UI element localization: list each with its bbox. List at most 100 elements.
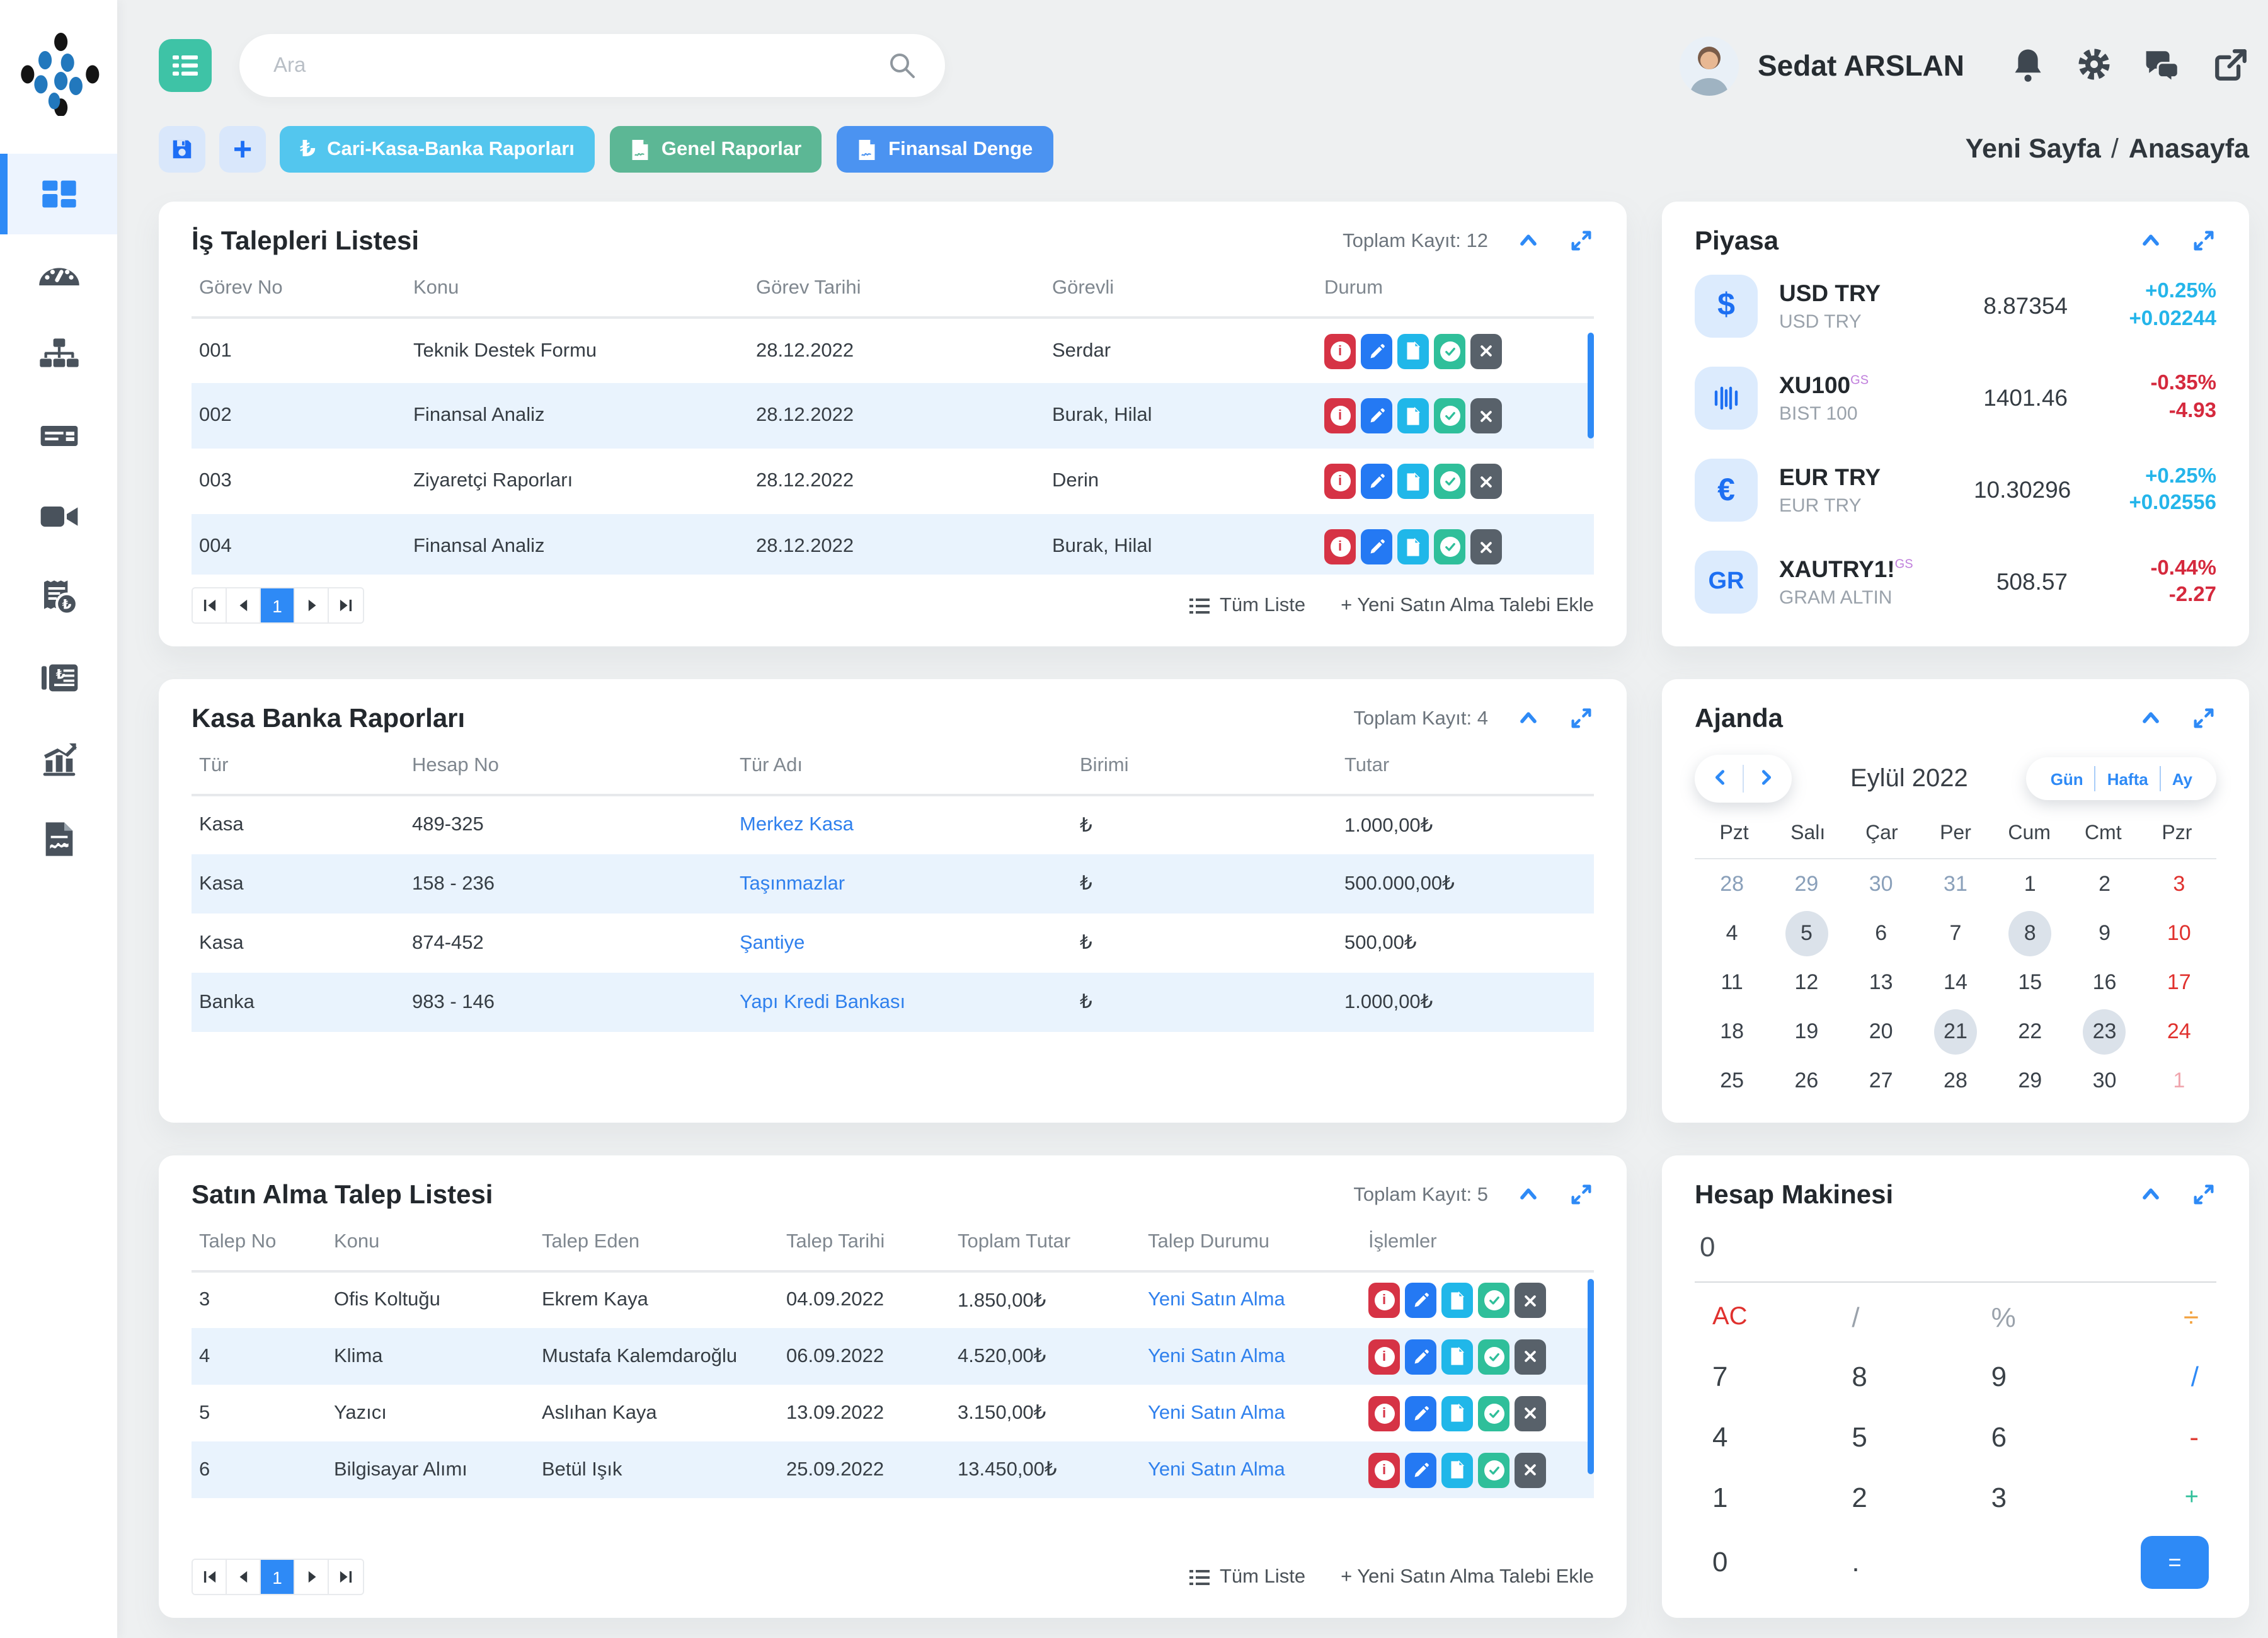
calendar-day[interactable]: 13 (1844, 959, 1918, 1005)
file-button[interactable] (1441, 1283, 1473, 1318)
calendar-day[interactable]: 29 (1993, 1058, 2067, 1103)
all-list-button[interactable]: Tüm Liste (1189, 1566, 1305, 1588)
calc-key-9[interactable]: 9 (1981, 1356, 2017, 1399)
calendar-day[interactable]: 29 (1769, 861, 1843, 907)
collapse-button[interactable] (2138, 228, 2163, 256)
calendar-day[interactable]: 14 (1918, 959, 1993, 1005)
edit-button[interactable] (1361, 464, 1392, 499)
calc-key-AC[interactable]: AC (1702, 1298, 1758, 1337)
table-row[interactable]: 4KlimaMustafa Kalemdaroğlu06.09.20224.52… (192, 1328, 1594, 1385)
collapse-button[interactable] (2138, 706, 2163, 733)
sidebar-item-reports[interactable] (0, 718, 117, 799)
info-button[interactable]: i (1324, 398, 1356, 433)
table-row[interactable]: 3Ofis KoltuğuEkrem Kaya04.09.20221.850,0… (192, 1271, 1594, 1328)
menu-button[interactable] (159, 39, 212, 92)
edit-button[interactable] (1405, 1339, 1436, 1374)
view-month-button[interactable]: Ay (2161, 769, 2204, 788)
calc-key-2[interactable]: 2 (1841, 1476, 1877, 1519)
collapse-button[interactable] (2138, 1182, 2163, 1210)
calendar-day[interactable]: 12 (1769, 959, 1843, 1005)
share-button[interactable] (2213, 47, 2249, 84)
delete-button[interactable] (1470, 333, 1502, 369)
page-number-button[interactable]: 1 (261, 588, 295, 622)
tur-adi-link[interactable]: Merkez Kasa (740, 814, 854, 835)
prev-page-button[interactable] (227, 588, 261, 622)
breadcrumb-home[interactable]: Anasayfa (2129, 134, 2249, 164)
talep-durumu-link[interactable]: Yeni Satın Alma (1148, 1402, 1285, 1423)
file-button[interactable] (1441, 1452, 1473, 1487)
delete-button[interactable] (1515, 1283, 1546, 1318)
calendar-day[interactable]: 11 (1695, 959, 1769, 1005)
calendar-day[interactable]: 17 (2142, 959, 2216, 1005)
genel-raporlar-button[interactable]: Genel Raporlar (610, 126, 822, 173)
info-button[interactable]: i (1324, 464, 1356, 499)
approve-button[interactable] (1434, 333, 1465, 369)
info-button[interactable]: i (1368, 1339, 1400, 1374)
table-scrollbar[interactable] (1588, 333, 1594, 438)
notifications-button[interactable] (2011, 47, 2045, 84)
search-input[interactable] (239, 34, 945, 97)
calc-key-5[interactable]: 5 (1841, 1416, 1877, 1459)
next-month-button[interactable] (1744, 760, 1787, 798)
delete-button[interactable] (1470, 464, 1502, 499)
table-scrollbar[interactable] (1588, 1279, 1594, 1474)
calendar-day[interactable]: 30 (2067, 1058, 2141, 1103)
calc-key-8[interactable]: 8 (1841, 1356, 1877, 1399)
sidebar-item-cheque[interactable] (0, 396, 117, 476)
expand-button[interactable] (1569, 228, 1594, 256)
delete-button[interactable] (1515, 1339, 1546, 1374)
edit-button[interactable] (1405, 1452, 1436, 1487)
last-page-button[interactable] (329, 1560, 363, 1594)
file-button[interactable] (1397, 464, 1429, 499)
calc-key-6[interactable]: 6 (1981, 1416, 2017, 1459)
info-button[interactable]: i (1324, 333, 1356, 369)
view-week-button[interactable]: Hafta (2096, 769, 2160, 788)
calendar-day[interactable]: 7 (1918, 910, 1993, 956)
next-page-button[interactable] (295, 588, 329, 622)
calc-key-0[interactable]: 0 (1702, 1541, 1738, 1584)
approve-button[interactable] (1434, 398, 1465, 433)
edit-button[interactable] (1405, 1283, 1436, 1318)
approve-button[interactable] (1478, 1339, 1509, 1374)
calendar-day[interactable]: 16 (2067, 959, 2141, 1005)
sidebar-item-gauge[interactable] (0, 234, 117, 315)
sidebar-item-invoice[interactable]: ₺ (0, 557, 117, 638)
calendar-day[interactable]: 24 (2142, 1009, 2216, 1054)
last-page-button[interactable] (329, 588, 363, 622)
delete-button[interactable] (1470, 529, 1502, 564)
next-page-button[interactable] (295, 1560, 329, 1594)
calendar-day[interactable]: 8 (1993, 910, 2067, 956)
approve-button[interactable] (1478, 1283, 1509, 1318)
table-row[interactable]: 6Bilgisayar AlımıBetül Işık25.09.202213.… (192, 1441, 1594, 1498)
calendar-day[interactable]: 21 (1918, 1009, 1993, 1054)
calc-key-7[interactable]: 7 (1702, 1356, 1738, 1399)
avatar[interactable] (1680, 36, 1739, 95)
table-row[interactable]: 5YazıcıAslıhan Kaya13.09.20223.150,00₺Ye… (192, 1385, 1594, 1441)
table-row[interactable]: Kasa874-452Şantiye₺500,00₺ (192, 914, 1594, 973)
view-day-button[interactable]: Gün (2039, 769, 2095, 788)
sidebar-item-hierarchy[interactable] (0, 315, 117, 396)
edit-button[interactable] (1361, 333, 1392, 369)
sidebar-item-contract[interactable] (0, 799, 117, 879)
table-row[interactable]: 001Teknik Destek Formu28.12.2022Serdari (192, 318, 1594, 383)
calendar-day[interactable]: 30 (1844, 861, 1918, 907)
all-list-button[interactable]: Tüm Liste (1189, 594, 1305, 617)
calendar-day[interactable]: 22 (1993, 1009, 2067, 1054)
calendar-day[interactable]: 4 (1695, 910, 1769, 956)
approve-button[interactable] (1434, 464, 1465, 499)
cari-kasa-banka-button[interactable]: ₺ Cari-Kasa-Banka Raporları (280, 126, 595, 173)
add-button[interactable]: + (219, 126, 266, 173)
calc-key-/[interactable]: / (1841, 1297, 1869, 1339)
prev-month-button[interactable] (1700, 760, 1743, 798)
calc-key-4[interactable]: 4 (1702, 1416, 1738, 1459)
market-item[interactable]: XU100GSBIST 1001401.46-0.35%-4.93 (1695, 367, 2216, 430)
edit-button[interactable] (1405, 1395, 1436, 1431)
edit-button[interactable] (1361, 529, 1392, 564)
file-button[interactable] (1397, 333, 1429, 369)
table-row[interactable]: 004Finansal Analiz28.12.2022Burak, Hilal… (192, 514, 1594, 575)
approve-button[interactable] (1478, 1452, 1509, 1487)
calendar-day[interactable]: 1 (2142, 1058, 2216, 1103)
calc-key-÷[interactable]: ÷ (2174, 1297, 2209, 1339)
calendar-day[interactable]: 27 (1844, 1058, 1918, 1103)
first-page-button[interactable] (193, 588, 227, 622)
